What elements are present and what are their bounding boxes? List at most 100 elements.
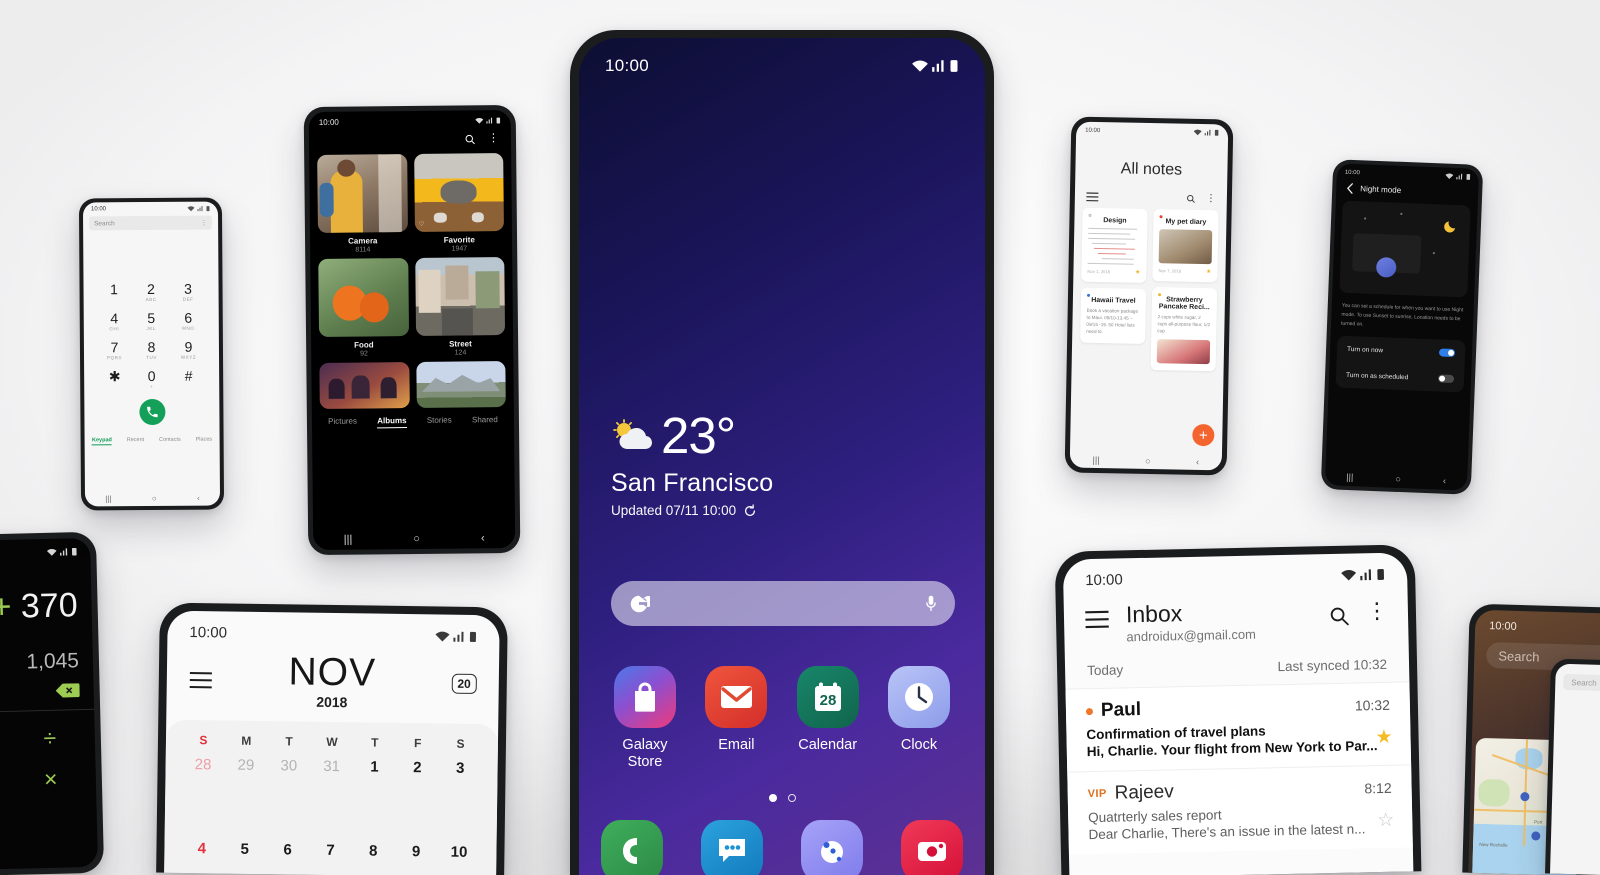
- recents-icon[interactable]: |||: [105, 494, 111, 503]
- page-dot[interactable]: [787, 794, 796, 802]
- dialer-tabs[interactable]: Keypad Recent Contacts Places: [85, 437, 220, 446]
- app-galaxy-store[interactable]: Galaxy Store: [601, 666, 689, 772]
- dial-key-6[interactable]: 6 MNO: [170, 310, 207, 331]
- album-item[interactable]: [319, 362, 410, 409]
- calendar-date-cell[interactable]: 1: [353, 758, 396, 776]
- more-vertical-icon[interactable]: ⋮: [201, 219, 208, 227]
- home-icon[interactable]: ○: [1145, 456, 1151, 466]
- dial-key-8[interactable]: 8 TUV: [133, 339, 170, 360]
- calendar-week-2[interactable]: 4 5 6 7 8 9 10: [180, 831, 480, 861]
- turn-on-now-toggle[interactable]: [1438, 348, 1456, 358]
- notes-phone[interactable]: 10:00 All notes ⋮ Design Nov 1, 2018 ★ H…: [1064, 116, 1234, 476]
- album-item[interactable]: Camera 8114: [317, 154, 408, 254]
- dial-key-9[interactable]: 9 WXYZ: [170, 339, 207, 360]
- android-navbar[interactable]: ||| ○ ‹: [1325, 471, 1467, 486]
- email-row[interactable]: Paul 10:32 Confirmation of travel plans …: [1065, 681, 1412, 772]
- calendar-phone[interactable]: 10:00 NOV 2018 20 S M T W T F S 28 29 30…: [156, 602, 508, 875]
- turn-on-scheduled-toggle[interactable]: [1437, 374, 1455, 384]
- gallery-album-grid[interactable]: Camera 8114 ♡ Favorite 1947 Food 92 Stre…: [309, 151, 514, 409]
- dial-key-hash[interactable]: #: [170, 368, 207, 389]
- back-icon[interactable]: ‹: [1443, 476, 1446, 486]
- app-grid[interactable]: Galaxy Store Email 28 Calendar Clock: [601, 666, 963, 772]
- calendar-date-cell[interactable]: 8: [352, 842, 395, 860]
- gallery-tab-stories[interactable]: Stories: [427, 416, 452, 428]
- email-row[interactable]: VIP Rajeev 8:12 Quatrterly sales report …: [1067, 764, 1413, 855]
- dial-key-0[interactable]: 0 +: [133, 368, 170, 389]
- dial-key-7[interactable]: 7 PQRS: [96, 339, 133, 360]
- notes-list[interactable]: Design Nov 1, 2018 ★ Hawaii Travel Book …: [1072, 207, 1227, 372]
- dialer-search-field[interactable]: Search ⋮: [89, 215, 213, 231]
- calendar-date-cell[interactable]: 28: [182, 756, 225, 774]
- app-icon[interactable]: 28: [796, 666, 859, 728]
- calculator-phone[interactable]: + 370 1,045 % ÷ 9 ×: [0, 531, 105, 875]
- more-vertical-icon[interactable]: ⋮: [1206, 193, 1216, 204]
- dial-key-2[interactable]: 2 ABC: [132, 281, 169, 302]
- app-icon[interactable]: [614, 666, 676, 728]
- sliver-dialer-phone[interactable]: Search 1 ⁠ 4 GHI: [1545, 658, 1600, 875]
- gallery-tabs[interactable]: Pictures Albums Stories Shared: [312, 407, 514, 432]
- page-dot-active[interactable]: [768, 794, 777, 802]
- dialer-phone[interactable]: 10:00 Search ⋮ 1⁠ 2 ABC 3 DEF 4 GHI 5 JKL 6M…: [78, 197, 225, 511]
- hamburger-icon[interactable]: [189, 670, 213, 688]
- album-thumbnail-woman[interactable]: [317, 154, 408, 233]
- home-icon[interactable]: ○: [152, 494, 157, 503]
- album-item[interactable]: ♡ Favorite 1947: [413, 153, 505, 253]
- dial-key-4[interactable]: 4 GHI: [96, 310, 133, 331]
- calendar-date-cell[interactable]: 5: [223, 840, 266, 858]
- home-screen-phone[interactable]: 10:00 23° San Francisco Updated 07/11 10…: [570, 30, 994, 875]
- app-email[interactable]: Email: [692, 666, 780, 772]
- gallery-tab-shared[interactable]: Shared: [472, 415, 498, 427]
- star-icon[interactable]: ★: [1206, 268, 1212, 275]
- home-icon[interactable]: ○: [1395, 474, 1401, 484]
- gallery-tab-pictures[interactable]: Pictures: [328, 417, 357, 429]
- calendar-month-title[interactable]: NOV 2018: [212, 650, 451, 711]
- calendar-date-cell[interactable]: 4: [180, 840, 223, 858]
- dialer-tab-keypad[interactable]: Keypad: [92, 437, 112, 446]
- note-card[interactable]: Strawberry Pancake Reci... 2 cups white …: [1150, 287, 1218, 371]
- night-mode-options[interactable]: Turn on now Turn on as scheduled: [1335, 335, 1466, 393]
- android-navbar[interactable]: ||| ○ ‹: [85, 494, 220, 504]
- today-badge[interactable]: 20: [451, 673, 477, 694]
- calendar-date-cell[interactable]: 10: [437, 843, 480, 861]
- calculator-keypad[interactable]: % ÷ 9 ×: [0, 708, 97, 797]
- page-indicator[interactable]: [579, 794, 985, 802]
- album-thumbnail-friends[interactable]: [319, 362, 410, 409]
- back-arrow-icon[interactable]: [1346, 183, 1353, 194]
- app-calendar[interactable]: 28 Calendar: [784, 666, 872, 772]
- calendar-date-cell[interactable]: 3: [439, 759, 482, 777]
- calendar-date-cell[interactable]: 30: [267, 757, 310, 775]
- album-item[interactable]: Food 92: [318, 258, 409, 358]
- hamburger-icon[interactable]: [1084, 610, 1110, 630]
- add-note-icon[interactable]: +: [1192, 423, 1215, 447]
- night-mode-phone[interactable]: 10:00 Night mode You can set a schedule …: [1320, 159, 1484, 495]
- search-icon[interactable]: [1186, 194, 1196, 204]
- calendar-date-cell[interactable]: 7: [309, 842, 352, 860]
- dial-key-5[interactable]: 5 JKL: [133, 310, 170, 331]
- android-navbar[interactable]: ||| ○ ‹: [313, 532, 515, 546]
- dock-app-internet[interactable]: [801, 820, 863, 875]
- gallery-tab-albums[interactable]: Albums: [377, 416, 407, 429]
- dial-key-1[interactable]: 1⁠: [95, 281, 132, 302]
- app-dock[interactable]: [601, 820, 963, 875]
- gallery-toolbar[interactable]: ⋮: [309, 125, 511, 153]
- album-thumbnail-street[interactable]: [414, 257, 506, 336]
- night-toggle-row-scheduled[interactable]: Turn on as scheduled: [1336, 362, 1465, 393]
- weather-widget[interactable]: 23° San Francisco Updated 07/11 10:00: [611, 410, 773, 518]
- home-icon[interactable]: ○: [413, 533, 420, 545]
- dock-app-messages[interactable]: [701, 820, 763, 875]
- calendar-date-cell[interactable]: 29: [224, 757, 267, 775]
- star-icon[interactable]: ★: [1135, 269, 1141, 276]
- recents-icon[interactable]: |||: [344, 534, 353, 546]
- app-icon[interactable]: [887, 666, 950, 728]
- calendar-week-1[interactable]: 28 29 30 31 1 2 3: [182, 747, 482, 777]
- note-card[interactable]: Design Nov 1, 2018 ★: [1081, 207, 1148, 283]
- hamburger-icon[interactable]: [1086, 192, 1099, 202]
- album-thumbnail-cat[interactable]: ♡: [413, 153, 504, 232]
- sliver-keypad[interactable]: 1 ⁠ 4 GHI: [1552, 690, 1600, 795]
- back-icon[interactable]: ‹: [197, 494, 200, 503]
- calculator-delete-row[interactable]: [0, 673, 94, 701]
- star-icon-outline[interactable]: ☆: [1377, 809, 1395, 832]
- back-icon[interactable]: ‹: [481, 532, 485, 544]
- dial-key-star[interactable]: ✱: [96, 368, 133, 389]
- app-icon[interactable]: [705, 666, 768, 728]
